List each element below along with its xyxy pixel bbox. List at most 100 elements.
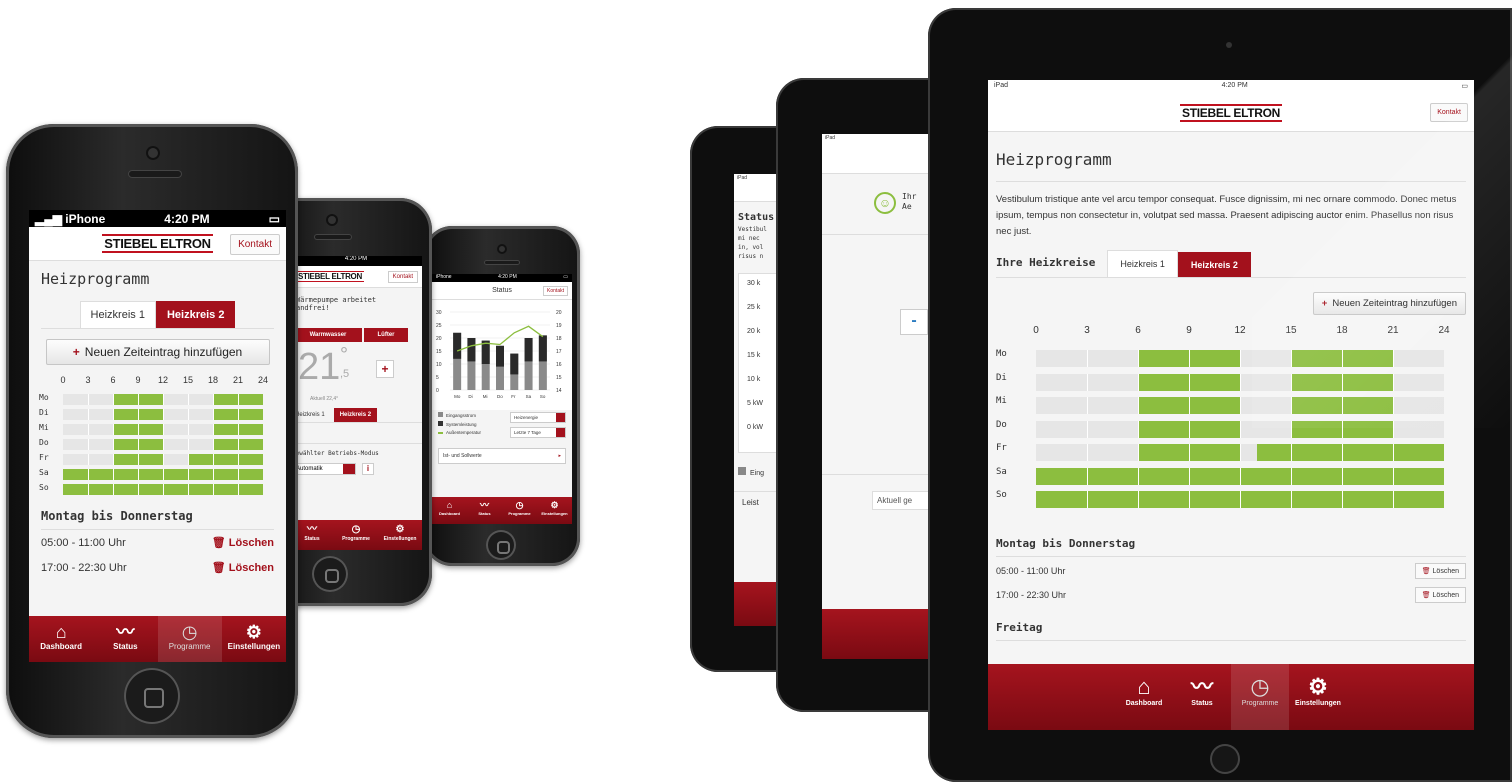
energy-select[interactable]: Heizenergie <box>510 412 566 423</box>
tab-dashboard[interactable]: ⌂ Dashboard <box>29 616 93 662</box>
schedule-row[interactable]: Mi <box>39 421 276 436</box>
hour-tick-label: 6 <box>110 375 116 385</box>
tab-programme[interactable]: ◷ Programme <box>157 616 222 662</box>
day-label: Di <box>996 372 1007 383</box>
schedule-row[interactable]: Mo <box>996 347 1446 371</box>
decrease-button[interactable]: - <box>900 309 928 335</box>
tab-einstellungen[interactable]: ⚙ Einstellungen <box>222 616 286 662</box>
y-tick-label: 30 <box>436 310 442 316</box>
grid-line <box>88 469 89 480</box>
hour-tick-label: 24 <box>1438 325 1450 336</box>
grid-line <box>1189 373 1190 391</box>
delete-button[interactable]: 🗑 Löschen <box>1414 587 1466 603</box>
schedule-row[interactable]: Sa <box>996 465 1446 489</box>
chevron-right-icon: ▸ <box>558 453 561 459</box>
tab-programme[interactable]: ◷ Programme <box>1231 664 1289 730</box>
schedule-row[interactable]: So <box>996 488 1446 512</box>
grid-line <box>1393 491 1394 508</box>
grid-line <box>1087 420 1088 438</box>
battery-icon: ▭ <box>1461 83 1468 90</box>
tab-status[interactable]: 〰 Status <box>93 616 157 662</box>
heating-period-bar[interactable] <box>1257 444 1444 461</box>
info-icon[interactable]: i <box>362 463 374 475</box>
add-time-entry-button[interactable]: + Neuen Zeiteintrag hinzufügen <box>45 339 270 365</box>
period-select[interactable]: Letzte 7 Tage <box>510 427 566 438</box>
heating-period-bar[interactable] <box>188 454 263 465</box>
camera-icon <box>497 244 507 254</box>
hour-tick-label: 18 <box>207 375 219 385</box>
kontakt-button[interactable]: Kontakt <box>387 270 418 283</box>
battery-icon: ▭ <box>268 211 280 226</box>
schedule-row[interactable]: Do <box>39 436 276 451</box>
legend-item: Eingangsstrom <box>438 412 481 418</box>
grid-line <box>1240 467 1241 485</box>
grid-line <box>188 484 189 495</box>
day-track <box>63 469 263 480</box>
grid-line <box>1393 420 1394 438</box>
delete-button[interactable]: 🗑 Löschen <box>1414 563 1466 579</box>
hour-tick-label: 12 <box>157 375 169 385</box>
bar <box>453 332 462 359</box>
grid-line <box>213 439 214 450</box>
tab-status[interactable]: 〰 Status <box>467 497 502 524</box>
tab-dashboard[interactable]: ⌂ Dashboard <box>432 497 467 524</box>
kontakt-button[interactable]: Kontakt <box>1430 103 1468 122</box>
circuits-label: Ihre Heizkreise <box>996 256 1096 269</box>
x-tick-label: So <box>540 394 546 399</box>
tab-programme[interactable]: ◷ Programme <box>502 497 537 524</box>
tab-heizkreis-2[interactable]: Heizkreis 2 <box>1177 252 1251 277</box>
schedule-row[interactable]: Di <box>996 371 1446 395</box>
increase-button[interactable]: + <box>376 360 394 378</box>
grid-line <box>163 484 164 495</box>
schedule-row[interactable]: Fr <box>996 441 1446 465</box>
tab-heizkreis-1[interactable]: Heizkreis 1 <box>1107 250 1178 277</box>
schedule-row[interactable]: Sa <box>39 466 276 481</box>
grid-line <box>238 394 239 405</box>
day-track <box>63 424 263 435</box>
tab-status[interactable]: 〰 Status <box>1173 664 1231 730</box>
tab-einstellungen[interactable]: ⚙ Einstellungen <box>1289 664 1347 730</box>
tab-einstellungen[interactable]: ⚙ Einstellungen <box>378 520 422 550</box>
status-message: Ihr <box>902 192 917 201</box>
kontakt-button[interactable]: Kontakt <box>230 234 280 255</box>
warmwasser-button[interactable]: Warmwasser <box>294 328 362 342</box>
tab-programme[interactable]: ◷ Programme <box>334 520 378 550</box>
tab-bar: ⌂ Dashboard 〰 Status ◷ Programme ⚙ Einstellu… <box>432 497 572 524</box>
schedule-row[interactable]: Di <box>39 406 276 421</box>
schedule-row[interactable]: Mo <box>39 391 276 406</box>
delete-button[interactable]: 🗑 Löschen <box>212 561 274 574</box>
schedule-row[interactable]: Mi <box>996 394 1446 418</box>
home-button[interactable] <box>1210 744 1240 774</box>
day-track <box>63 484 263 495</box>
add-time-entry-button[interactable]: + Neuen Zeiteintrag hinzufügen <box>1312 292 1466 315</box>
tab-heizkreis-2[interactable]: Heizkreis 2 <box>333 408 378 422</box>
logo: STIEBEL ELTRON <box>102 234 213 253</box>
home-button[interactable] <box>124 668 180 724</box>
delete-button[interactable]: 🗑 Löschen <box>212 536 274 549</box>
grid-line <box>238 409 239 420</box>
mode-select[interactable]: Automatik <box>292 463 356 475</box>
day-label: Fr <box>996 443 1007 453</box>
home-button[interactable] <box>312 556 348 592</box>
values-link[interactable]: Ist- und Sollwerte ▸ <box>438 448 566 464</box>
tab-dashboard[interactable]: ⌂ Dashboard <box>1115 664 1173 730</box>
tab-heizkreis-2[interactable]: Heizkreis 2 <box>155 301 236 328</box>
day-track <box>63 439 263 450</box>
hour-tick-label: 15 <box>1285 325 1297 336</box>
grid-line <box>1291 373 1292 391</box>
luefter-button[interactable]: Lüfter <box>364 328 408 342</box>
tab-bar: ⌂ Dashboard 〰 Status ◷ Programme ⚙ Einstellu… <box>988 664 1474 730</box>
hour-tick-label: 3 <box>1084 325 1090 336</box>
schedule-row[interactable]: So <box>39 481 276 496</box>
y-tick-label: 15 <box>436 349 442 355</box>
kontakt-button[interactable]: Kontakt <box>543 285 568 296</box>
x-tick-label: Fr <box>511 394 516 399</box>
tab-einstellungen[interactable]: ⚙ Einstellungen <box>537 497 572 524</box>
schedule-row[interactable]: Do <box>996 418 1446 442</box>
trend-icon: 〰 <box>1190 674 1213 699</box>
home-button[interactable] <box>486 530 516 560</box>
tab-heizkreis-1[interactable]: Heizkreis 1 <box>79 301 156 328</box>
grid-line <box>1138 420 1139 438</box>
schedule-row[interactable]: Fr <box>39 451 276 466</box>
grid-line <box>1189 491 1190 508</box>
